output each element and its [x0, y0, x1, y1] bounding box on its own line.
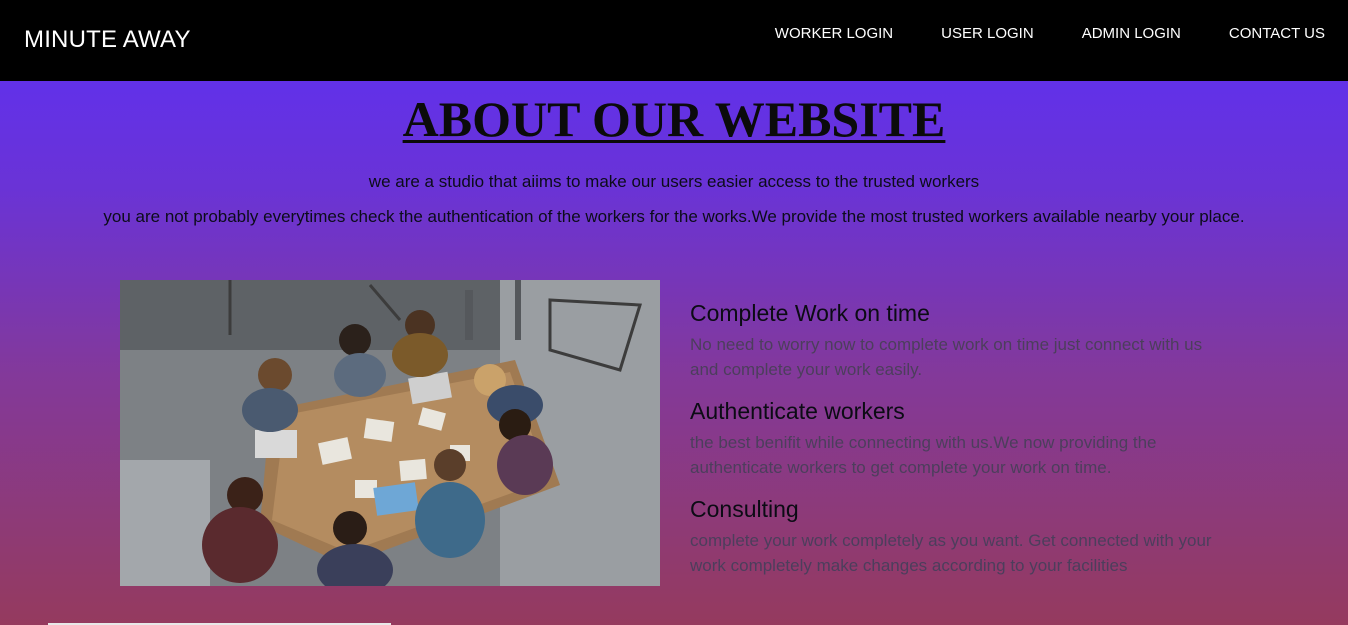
nav-user-login[interactable]: USER LOGIN [941, 25, 1034, 42]
nav-admin-login[interactable]: ADMIN LOGIN [1082, 25, 1181, 42]
feature-item: Authenticate workers the best benifit wh… [690, 396, 1230, 480]
page-title: ABOUT OUR WEBSITE [402, 91, 946, 147]
features-list: Complete Work on time No need to worry n… [690, 298, 1230, 592]
feature-description: No need to worry now to complete work on… [690, 335, 1203, 379]
feature-title: Authenticate workers [690, 398, 905, 424]
feature-title: Complete Work on time [690, 300, 930, 326]
feature-title: Consulting [690, 496, 799, 522]
nav-links: WORKER LOGIN USER LOGIN ADMIN LOGIN CONT… [727, 25, 1325, 42]
navbar: MINUTE AWAY WORKER LOGIN USER LOGIN ADMI… [0, 0, 1348, 81]
feature-description: the best benifit while connecting with u… [690, 433, 1157, 477]
about-description: you are not probably everytimes check th… [103, 207, 1245, 226]
about-intro: we are a studio that aiims to make our u… [368, 172, 980, 191]
nav-worker-login[interactable]: WORKER LOGIN [775, 25, 893, 42]
team-meeting-photo [120, 280, 660, 586]
feature-item: Complete Work on time No need to worry n… [690, 298, 1230, 382]
feature-description: complete your work completely as you wan… [690, 531, 1212, 575]
brand-logo[interactable]: MINUTE AWAY [24, 26, 191, 54]
feature-item: Consulting complete your work completely… [690, 494, 1230, 578]
nav-contact-us[interactable]: CONTACT US [1229, 25, 1325, 42]
team-photo-illustration [120, 280, 660, 586]
